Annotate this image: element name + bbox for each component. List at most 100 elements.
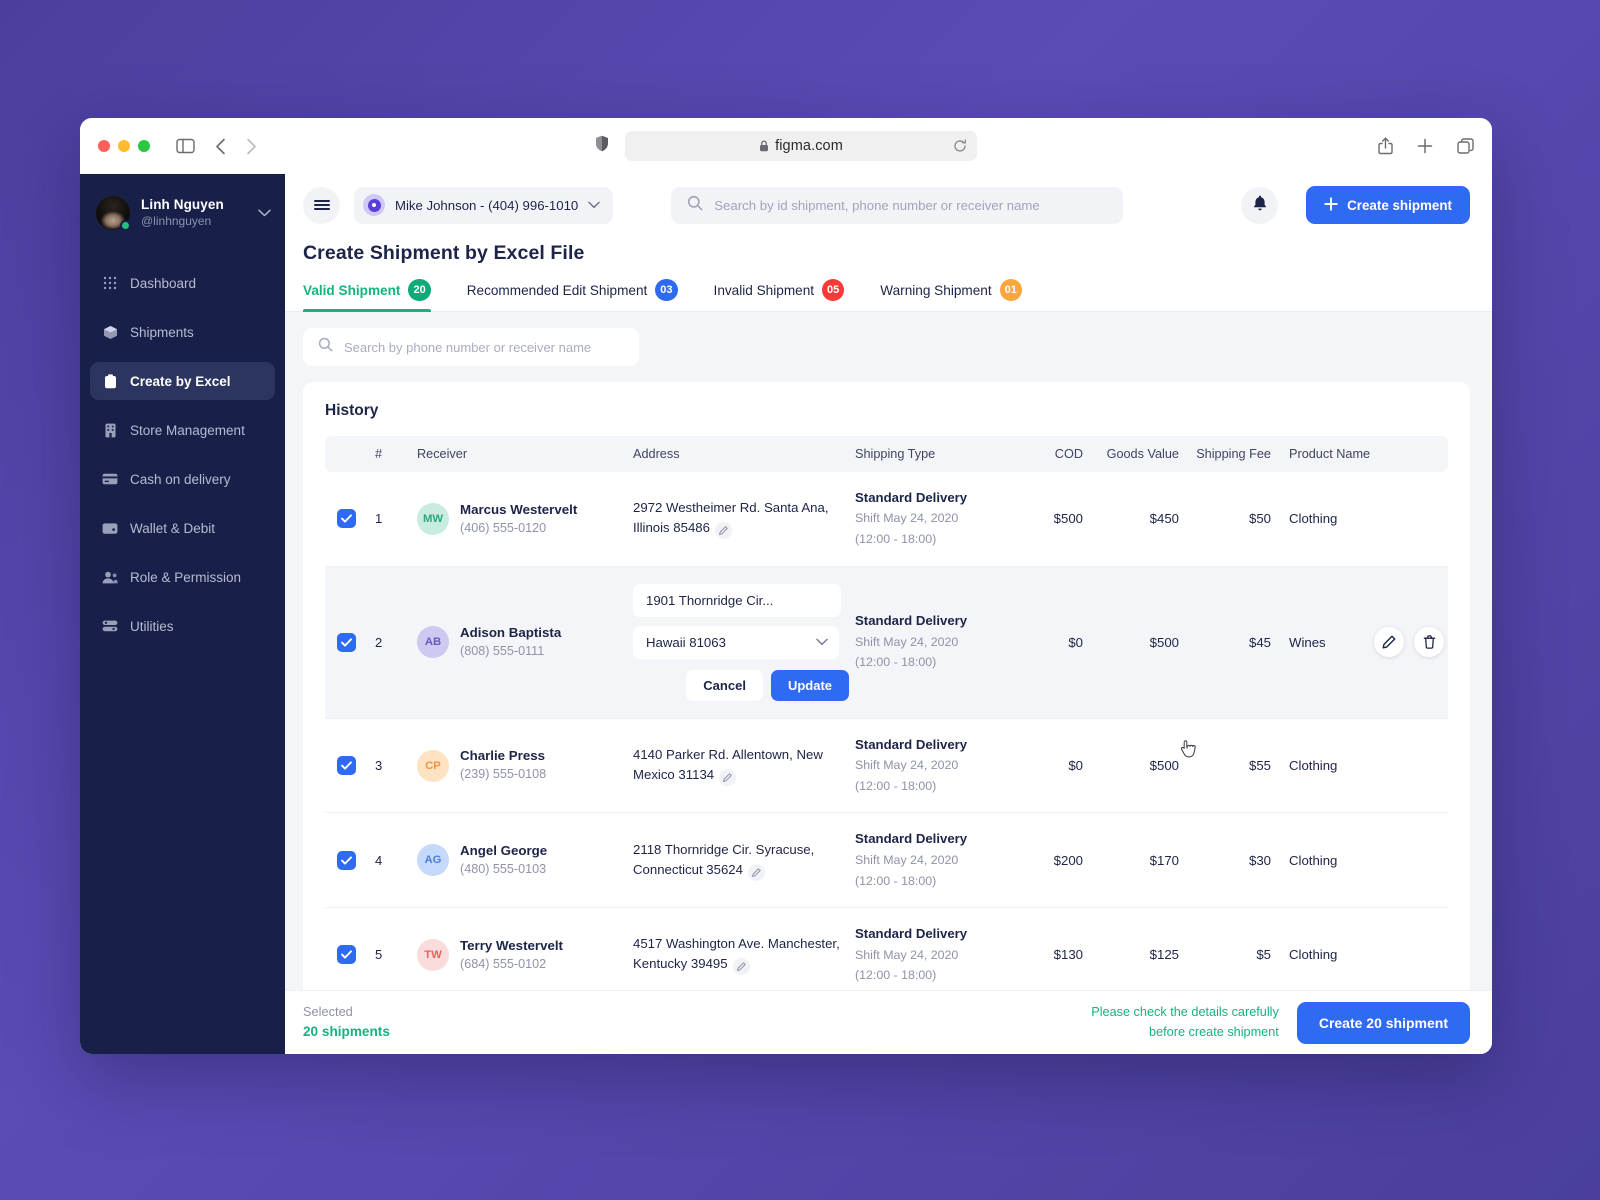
search-icon <box>318 337 333 357</box>
store-selector-label: Mike Johnson - (404) 996-1010 <box>395 197 579 213</box>
column-cod: COD <box>1017 436 1087 472</box>
online-status-dot <box>120 220 131 231</box>
store-selector[interactable]: Mike Johnson - (404) 996-1010 <box>354 186 614 224</box>
back-arrow-icon[interactable] <box>215 138 226 155</box>
app-root: Linh Nguyen @linhnguyen Dashboard Shipme… <box>80 174 1492 1054</box>
chevron-down-icon[interactable] <box>588 201 601 209</box>
row-checkbox[interactable] <box>337 945 356 965</box>
row-cod: $0 <box>1068 634 1083 650</box>
sidebar-item-cash-on-delivery[interactable]: Cash on delivery <box>90 460 275 498</box>
shipping-type: Standard Delivery <box>855 613 968 629</box>
edit-address-icon[interactable] <box>747 863 765 881</box>
column-receiver: Receiver <box>413 436 629 472</box>
table-row: 3 CP Charlie Press (239) 555-0108 4140 P… <box>325 718 1448 813</box>
shield-icon[interactable] <box>595 135 609 157</box>
row-shipping-fee: $30 <box>1248 852 1271 868</box>
sidebar-item-create-by-excel[interactable]: Create by Excel <box>90 362 275 400</box>
tab-recommended-edit-shipment[interactable]: Recommended Edit Shipment 03 <box>467 279 678 311</box>
sidebar-item-role-permission[interactable]: Role & Permission <box>90 558 275 596</box>
row-receiver-cell: MW Marcus Westervelt (406) 555-0120 <box>413 472 629 566</box>
row-checkbox-cell[interactable] <box>325 813 371 908</box>
sidebar-item-dashboard[interactable]: Dashboard <box>90 264 275 302</box>
row-address-cell: 2972 Westheimer Rd. Santa Ana, Illinois … <box>629 472 851 566</box>
sidebar-toggle-icon[interactable] <box>176 138 195 154</box>
shipping-type: Standard Delivery <box>855 736 968 752</box>
table-row: 5 TW Terry Westervelt (684) 555-0102 451… <box>325 908 1448 990</box>
tab-badge: 05 <box>822 279 845 301</box>
filter-input[interactable] <box>344 339 624 355</box>
receiver-name: Charlie Press <box>460 748 546 764</box>
edit-address-icon[interactable] <box>719 769 737 787</box>
chevron-down-icon[interactable] <box>258 209 271 217</box>
tab-badge: 20 <box>408 279 431 301</box>
tab-warning-shipment[interactable]: Warning Shipment 01 <box>880 279 1022 311</box>
row-product-name: Clothing <box>1289 511 1338 527</box>
select-all-header[interactable] <box>325 436 371 472</box>
receiver-name: Angel George <box>460 842 548 858</box>
close-window-button[interactable] <box>98 140 110 152</box>
wallet-icon <box>102 520 118 536</box>
sidebar-item-store-management[interactable]: Store Management <box>90 411 275 449</box>
sidebar-item-shipments[interactable]: Shipments <box>90 313 275 351</box>
minimize-window-button[interactable] <box>118 140 130 152</box>
shipping-shift: Shift May 24, 2020 <box>855 634 959 649</box>
shipping-type: Standard Delivery <box>855 926 968 942</box>
reload-icon[interactable] <box>953 139 967 153</box>
receiver-avatar: MW <box>417 502 449 535</box>
shipping-type: Standard Delivery <box>855 831 968 847</box>
tab-label: Warning Shipment <box>880 282 992 298</box>
window-traffic-lights[interactable] <box>98 140 150 152</box>
create-shipment-button[interactable]: Create shipment <box>1306 186 1470 224</box>
global-search[interactable] <box>671 186 1124 224</box>
card-title: History <box>325 402 379 419</box>
share-icon[interactable] <box>1378 137 1393 155</box>
tab-invalid-shipment[interactable]: Invalid Shipment 05 <box>714 279 845 311</box>
sidebar-item-utilities[interactable]: Utilities <box>90 607 275 645</box>
url-bar[interactable]: figma.com <box>625 131 977 161</box>
row-checkbox[interactable] <box>337 756 356 776</box>
row-checkbox-cell[interactable] <box>325 566 371 718</box>
row-checkbox-cell[interactable] <box>325 718 371 813</box>
receiver-avatar: AB <box>417 626 449 659</box>
notifications-button[interactable] <box>1241 186 1279 224</box>
plus-icon[interactable] <box>1417 138 1433 154</box>
column-index: # <box>371 436 413 472</box>
row-product-name: Clothing <box>1289 758 1338 774</box>
row-checkbox-cell[interactable] <box>325 472 371 566</box>
menu-toggle-button[interactable] <box>303 186 340 224</box>
forward-arrow-icon[interactable] <box>246 138 257 155</box>
table-filter-search[interactable] <box>303 328 639 366</box>
delete-row-button[interactable] <box>1414 627 1444 658</box>
row-shipping-type-cell: Standard Delivery Shift May 24, 2020 (12… <box>851 908 1017 990</box>
shipping-shift-time: (12:00 - 18:00) <box>855 532 937 547</box>
tabs-overview-icon[interactable] <box>1457 137 1474 155</box>
sidebar-item-label: Cash on delivery <box>130 471 231 487</box>
region-select[interactable]: Hawaii 81063 <box>633 625 839 659</box>
row-goods-value: $500 <box>1149 758 1179 774</box>
create-shipments-bulk-button[interactable]: Create 20 shipment <box>1296 1001 1470 1044</box>
row-address-cell: 4140 Parker Rd. Allentown, New Mexico 31… <box>629 718 851 813</box>
row-cod: $0 <box>1068 758 1083 774</box>
row-index: 3 <box>375 758 383 774</box>
edit-address-icon[interactable] <box>714 522 732 540</box>
shipping-shift-time: (12:00 - 18:00) <box>855 968 937 983</box>
row-checkbox[interactable] <box>337 632 356 652</box>
search-input[interactable] <box>714 197 1108 213</box>
edit-row-button[interactable] <box>1374 627 1404 658</box>
row-checkbox-cell[interactable] <box>325 908 371 990</box>
row-checkbox[interactable] <box>337 509 356 529</box>
browser-chrome: figma.com <box>80 118 1492 174</box>
cancel-button[interactable]: Cancel <box>686 669 763 701</box>
row-checkbox[interactable] <box>337 850 356 870</box>
browser-window: figma.com Linh Nguyen @linhnguyen Dashbo… <box>80 118 1492 1054</box>
tab-label: Invalid Shipment <box>713 282 815 298</box>
tab-valid-shipment[interactable]: Valid Shipment 20 <box>303 279 431 312</box>
address-edit-input[interactable]: 1901 Thornridge Cir... <box>633 583 841 617</box>
shipping-type: Standard Delivery <box>855 490 968 505</box>
column-product-name: Product Name <box>1275 436 1448 472</box>
maximize-window-button[interactable] <box>138 140 150 152</box>
update-button[interactable]: Update <box>770 669 849 701</box>
sidebar-profile[interactable]: Linh Nguyen @linhnguyen <box>80 184 285 242</box>
sidebar-item-wallet-debit[interactable]: Wallet & Debit <box>90 509 275 547</box>
edit-address-icon[interactable] <box>732 958 750 976</box>
